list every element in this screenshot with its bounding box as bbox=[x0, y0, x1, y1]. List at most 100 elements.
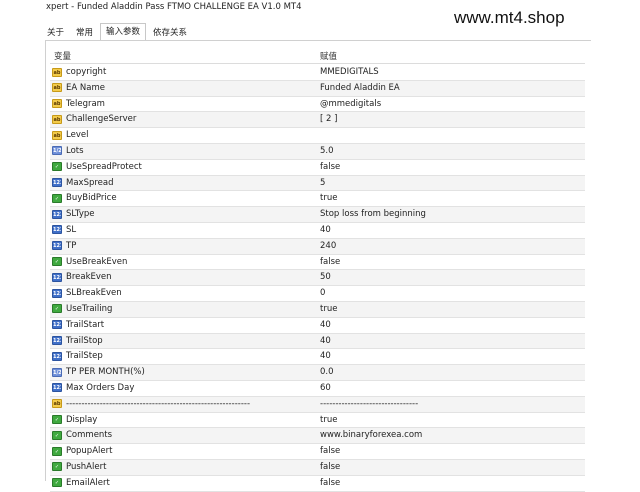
param-value[interactable]: false bbox=[320, 444, 340, 459]
param-name: UseTrailing bbox=[66, 303, 113, 314]
tab-about[interactable]: 关于 bbox=[42, 26, 69, 40]
param-value[interactable]: 40 bbox=[320, 334, 331, 349]
param-value[interactable]: www.binaryforexea.com bbox=[320, 428, 422, 443]
param-value[interactable]: MMEDIGITALS bbox=[320, 65, 379, 80]
param-row[interactable]: ✓ PopupAlert false bbox=[50, 444, 585, 460]
param-name: EA Name bbox=[66, 82, 105, 93]
param-name: BuyBidPrice bbox=[66, 193, 117, 204]
param-value[interactable]: 40 bbox=[320, 318, 331, 333]
param-row[interactable]: ab ChallengeServer [ 2 ] bbox=[50, 112, 585, 129]
param-name: SLBreakEven bbox=[66, 288, 122, 299]
param-name: TrailStop bbox=[66, 335, 103, 346]
param-row[interactable]: 123 SLBreakEven 0 bbox=[50, 286, 585, 302]
param-name: PopupAlert bbox=[66, 446, 113, 457]
int-type-icon: 123 bbox=[52, 272, 62, 282]
param-name: Comments bbox=[66, 430, 113, 441]
param-row[interactable]: ✓ UseSpreadProtect false bbox=[50, 160, 585, 176]
param-value[interactable]: Funded Aladdin EA bbox=[320, 81, 400, 96]
param-row[interactable]: ✓ UseTrailing true bbox=[50, 301, 585, 318]
int-type-icon: 123 bbox=[52, 225, 62, 235]
param-value[interactable]: 0 bbox=[320, 286, 325, 301]
param-row[interactable]: ab copyright MMEDIGITALS bbox=[50, 65, 585, 81]
bool-type-icon: ✓ bbox=[52, 304, 62, 314]
param-value[interactable]: true bbox=[320, 191, 337, 206]
bool-type-icon: ✓ bbox=[52, 162, 62, 172]
param-value[interactable]: 5.0 bbox=[320, 144, 334, 159]
params-table: ab copyright MMEDIGITALS ab EA Name Funded Al… bbox=[50, 65, 585, 492]
param-row[interactable]: ab Telegram @mmedigitals bbox=[50, 97, 585, 113]
param-row[interactable]: 123 BreakEven 50 bbox=[50, 270, 585, 287]
param-row[interactable]: ✓ EmailAlert false bbox=[50, 476, 585, 492]
param-row[interactable]: ab Level bbox=[50, 128, 585, 144]
param-row[interactable]: ab EA Name Funded Aladdin EA bbox=[50, 80, 585, 97]
watermark: www.mt4.shop bbox=[454, 8, 565, 27]
param-value[interactable]: 240 bbox=[320, 239, 336, 254]
text-type-icon: ab bbox=[52, 130, 62, 140]
param-name: TrailStep bbox=[66, 351, 103, 362]
bool-type-icon: ✓ bbox=[52, 193, 62, 203]
param-row[interactable]: 123 TrailStep 40 bbox=[50, 349, 585, 366]
param-value[interactable]: true bbox=[320, 302, 337, 317]
param-row[interactable]: 123 TP 240 bbox=[50, 238, 585, 255]
param-name: MaxSpread bbox=[66, 177, 114, 188]
param-name: Level bbox=[66, 130, 89, 141]
param-value[interactable]: 40 bbox=[320, 223, 331, 238]
param-value[interactable]: 0.0 bbox=[320, 365, 334, 380]
int-type-icon: 123 bbox=[52, 336, 62, 346]
param-row[interactable]: 1/2 Lots 5.0 bbox=[50, 143, 585, 160]
param-value[interactable]: false bbox=[320, 476, 340, 491]
param-row[interactable]: 123 SL 40 bbox=[50, 223, 585, 239]
column-header-variable[interactable]: 变量 bbox=[54, 50, 71, 62]
param-name: TP PER MONTH(%) bbox=[66, 367, 145, 378]
double-type-icon: 1/2 bbox=[52, 367, 62, 377]
param-value[interactable]: false bbox=[320, 460, 340, 475]
param-row[interactable]: 1/2 TP PER MONTH(%) 0.0 bbox=[50, 365, 585, 381]
tab-inputs[interactable]: 输入参数 bbox=[100, 23, 147, 40]
param-name: Max Orders Day bbox=[66, 382, 135, 393]
param-value[interactable]: 5 bbox=[320, 176, 325, 191]
param-row[interactable]: 123 MaxSpread 5 bbox=[50, 175, 585, 192]
param-value[interactable]: 50 bbox=[320, 270, 331, 285]
param-value[interactable]: Stop loss from beginning bbox=[320, 207, 426, 222]
param-name: ChallengeServer bbox=[66, 114, 137, 125]
column-header-value[interactable]: 赋值 bbox=[320, 50, 337, 62]
text-type-icon: ab bbox=[52, 67, 62, 77]
param-value[interactable]: -------------------------------- bbox=[320, 397, 418, 412]
int-type-icon: 123 bbox=[52, 383, 62, 393]
param-value[interactable]: false bbox=[320, 255, 340, 270]
param-value[interactable]: false bbox=[320, 160, 340, 175]
param-row[interactable]: 123 SLType Stop loss from beginning bbox=[50, 207, 585, 223]
param-row[interactable]: 123 TrailStart 40 bbox=[50, 318, 585, 334]
int-type-icon: 123 bbox=[52, 320, 62, 330]
int-type-icon: 123 bbox=[52, 178, 62, 188]
param-value[interactable]: 60 bbox=[320, 381, 331, 396]
param-row[interactable]: ab --------------------------------------… bbox=[50, 396, 585, 413]
params-table-header: 变量 赋值 bbox=[50, 49, 585, 64]
param-value[interactable]: true bbox=[320, 413, 337, 428]
param-row[interactable]: 123 Max Orders Day 60 bbox=[50, 381, 585, 397]
int-type-icon: 123 bbox=[52, 241, 62, 251]
param-name: EmailAlert bbox=[66, 477, 110, 488]
param-value[interactable]: @mmedigitals bbox=[320, 97, 381, 112]
tab-bar: 关于 常用 输入参数 依存关系 bbox=[42, 23, 194, 40]
param-name: BreakEven bbox=[66, 272, 112, 283]
param-value[interactable]: [ 2 ] bbox=[320, 112, 337, 127]
param-row[interactable]: ✓ UseBreakEven false bbox=[50, 255, 585, 271]
param-name: Display bbox=[66, 414, 98, 425]
param-row[interactable]: ✓ Comments www.binaryforexea.com bbox=[50, 428, 585, 445]
param-value[interactable]: 40 bbox=[320, 349, 331, 364]
param-row[interactable]: ✓ Display true bbox=[50, 413, 585, 429]
bool-type-icon: ✓ bbox=[52, 257, 62, 267]
text-type-icon: ab bbox=[52, 83, 62, 93]
param-name: SLType bbox=[66, 209, 95, 220]
param-row[interactable]: ✓ BuyBidPrice true bbox=[50, 191, 585, 208]
double-type-icon: 1/2 bbox=[52, 146, 62, 156]
bool-type-icon: ✓ bbox=[52, 430, 62, 440]
param-name: UseBreakEven bbox=[66, 256, 128, 267]
param-row[interactable]: 123 TrailStop 40 bbox=[50, 333, 585, 350]
param-row[interactable]: ✓ PushAlert false bbox=[50, 459, 585, 476]
tab-dependencies[interactable]: 依存关系 bbox=[148, 26, 192, 40]
bool-type-icon: ✓ bbox=[52, 415, 62, 425]
tab-common[interactable]: 常用 bbox=[71, 26, 98, 40]
window-title: xpert - Funded Aladdin Pass FTMO CHALLEN… bbox=[46, 2, 302, 12]
